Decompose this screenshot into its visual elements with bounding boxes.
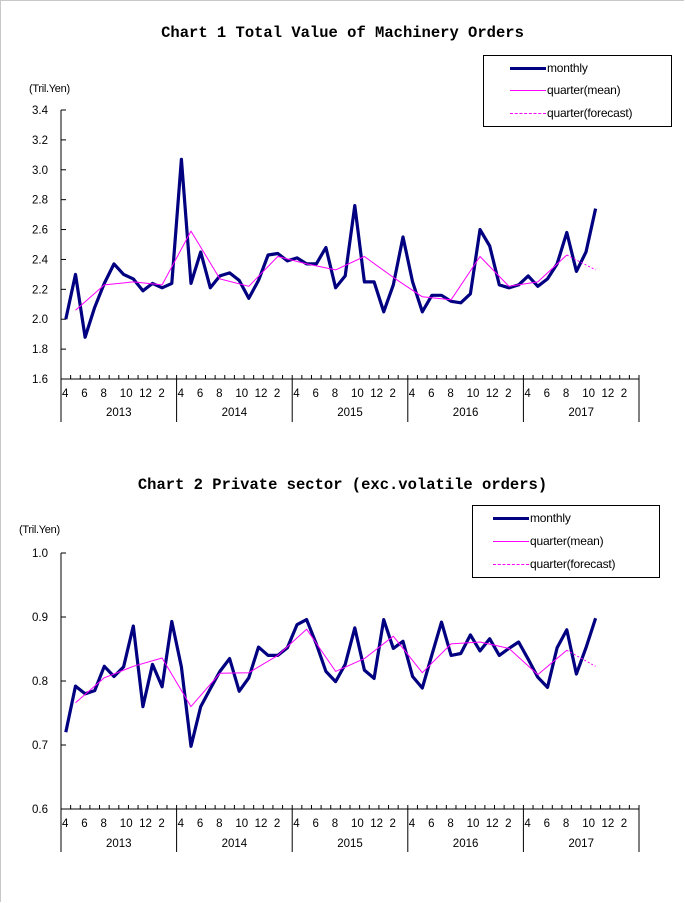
x-month-label: 6	[81, 818, 87, 830]
y-tick-label: 2.4	[32, 254, 49, 266]
x-month-label: 4	[62, 388, 69, 400]
x-month-label: 10	[235, 388, 248, 400]
x-month-label: 12	[255, 818, 268, 830]
x-month-label: 8	[447, 818, 453, 830]
x-month-label: 2	[621, 388, 627, 400]
x-month-label: 12	[255, 388, 268, 400]
x-year-label: 2013	[106, 838, 132, 850]
y-tick-label: 0.6	[32, 804, 48, 816]
x-month-label: 2	[621, 818, 627, 830]
x-month-label: 2	[505, 818, 511, 830]
x-month-label: 12	[370, 818, 383, 830]
x-year-label: 2014	[222, 838, 248, 850]
x-month-label: 12	[139, 818, 152, 830]
x-month-label: 2	[390, 388, 396, 400]
x-month-label: 12	[601, 818, 614, 830]
y-tick-label: 1.6	[32, 374, 48, 386]
x-month-label: 10	[120, 818, 133, 830]
x-month-label: 6	[544, 388, 550, 400]
y-tick-label: 1.8	[32, 344, 48, 356]
x-year-label: 2015	[337, 838, 363, 850]
x-month-label: 8	[101, 818, 107, 830]
x-month-label: 10	[235, 818, 248, 830]
charts-canvas: 1.61.82.02.22.42.62.83.03.23.44 6 8 10 12 220…	[32, 105, 640, 852]
x-month-label: 2	[158, 818, 164, 830]
x-month-label: 4	[409, 388, 416, 400]
x-month-label: 8	[216, 388, 222, 400]
x-month-label: 4	[293, 388, 300, 400]
x-year-label: 2015	[337, 407, 363, 419]
x-month-label: 2	[274, 818, 280, 830]
y-tick-label: 3.4	[32, 105, 49, 117]
x-month-label: 8	[216, 818, 222, 830]
x-month-label: 2	[390, 818, 396, 830]
y-tick-label: 0.9	[32, 612, 48, 624]
x-month-label: 6	[197, 388, 203, 400]
y-tick-label: 0.8	[32, 676, 48, 688]
y-tick-label: 3.2	[32, 135, 48, 147]
x-month-label: 8	[563, 818, 569, 830]
series-line-quarter-forecast	[566, 254, 596, 271]
x-month-label: 6	[312, 388, 318, 400]
x-year-label: 2017	[568, 407, 594, 419]
x-month-label: 4	[178, 818, 185, 830]
x-month-label: 6	[428, 818, 434, 830]
x-month-label: 4	[524, 388, 531, 400]
x-month-label: 12	[370, 388, 383, 400]
x-month-label: 8	[563, 388, 569, 400]
series-line-monthly	[64, 157, 598, 339]
y-tick-label: 1.0	[32, 548, 48, 560]
x-year-label: 2017	[568, 838, 594, 850]
y-tick-label: 2.8	[32, 195, 48, 207]
y-tick-label: 0.7	[32, 740, 48, 752]
y-tick-label: 2.0	[32, 314, 48, 326]
x-month-label: 2	[274, 388, 280, 400]
chart-1-plot: 1.61.82.02.22.42.62.83.03.23.44 6 8 10 12 220…	[32, 105, 640, 422]
x-year-label: 2016	[453, 407, 479, 419]
y-tick-label: 2.2	[32, 284, 48, 296]
x-month-label: 10	[582, 818, 595, 830]
x-month-label: 8	[332, 818, 338, 830]
x-month-label: 2	[158, 388, 164, 400]
x-month-label: 12	[601, 388, 614, 400]
x-month-label: 8	[332, 388, 338, 400]
x-year-label: 2016	[453, 838, 479, 850]
x-month-label: 8	[447, 388, 453, 400]
x-month-label: 12	[486, 388, 499, 400]
x-year-label: 2013	[106, 407, 132, 419]
x-month-label: 6	[544, 818, 550, 830]
x-month-label: 6	[197, 818, 203, 830]
x-month-label: 10	[351, 388, 364, 400]
x-month-label: 6	[81, 388, 87, 400]
x-month-label: 10	[582, 388, 595, 400]
x-month-label: 10	[467, 818, 480, 830]
x-month-label: 4	[524, 818, 531, 830]
x-month-label: 6	[428, 388, 434, 400]
x-month-label: 2	[505, 388, 511, 400]
x-month-label: 10	[351, 818, 364, 830]
y-tick-label: 3.0	[32, 165, 48, 177]
x-month-label: 10	[120, 388, 133, 400]
x-month-label: 4	[409, 818, 416, 830]
y-tick-label: 2.6	[32, 225, 48, 237]
x-month-label: 12	[139, 388, 152, 400]
x-month-label: 4	[293, 818, 300, 830]
x-month-label: 6	[312, 818, 318, 830]
x-month-label: 10	[467, 388, 480, 400]
x-month-label: 4	[178, 388, 185, 400]
series-line-quarter-mean	[75, 230, 568, 311]
series-line-quarter-mean	[75, 628, 568, 708]
x-month-label: 8	[101, 388, 107, 400]
x-year-label: 2014	[222, 407, 248, 419]
x-month-label: 12	[486, 818, 499, 830]
x-month-label: 4	[62, 818, 69, 830]
series-line-monthly	[64, 617, 598, 748]
chart-2-plot: 0.60.70.80.91.04 6 8 10 12 220134 6 8 10 12 220144…	[32, 548, 640, 852]
